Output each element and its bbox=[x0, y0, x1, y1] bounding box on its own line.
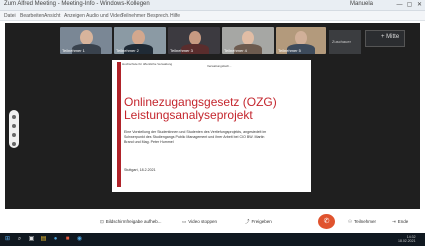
search-icon[interactable]: ⌕ bbox=[16, 236, 23, 243]
stop-video-button[interactable]: ▭ Video stoppen bbox=[182, 216, 217, 228]
participant-face bbox=[189, 31, 201, 45]
menu-item-anzeigen[interactable]: Anzeigen bbox=[64, 13, 85, 19]
menu-item-audio-video[interactable]: Audio und Video bbox=[86, 13, 123, 19]
user-link[interactable]: Manuela bbox=[350, 1, 373, 7]
menu-bar: Datei Bearbeiten Ansicht Anzeigen Audio … bbox=[0, 11, 425, 21]
browser-icon[interactable]: ● bbox=[52, 236, 59, 243]
menu-item-besprechung[interactable]: Besprech. bbox=[147, 13, 170, 19]
participant-name: Teilnehmer 5 bbox=[278, 48, 301, 53]
app-window: Zum Alfred Meeting - Meeting-Info - Wind… bbox=[0, 0, 425, 246]
task-view-icon[interactable]: ▣ bbox=[28, 236, 35, 243]
camera-icon: ▭ bbox=[182, 219, 187, 224]
participant-tile[interactable]: Teilnehmer 1 bbox=[60, 27, 112, 54]
share-icon: ⤴ bbox=[245, 219, 250, 224]
stop-video-label: Video stoppen bbox=[188, 219, 217, 224]
menu-item-teilnehmer[interactable]: Teilnehmer bbox=[121, 13, 145, 19]
viewer-tile-label: Zuschauer bbox=[332, 39, 351, 44]
viewer-tile[interactable]: Zuschauer bbox=[329, 30, 361, 54]
menu-item-hilfe[interactable]: Hilfe bbox=[170, 13, 180, 19]
participant-tile[interactable]: Teilnehmer 3 bbox=[168, 27, 220, 54]
shared-slide: Hochschule für öffentliche Verwaltung Ve… bbox=[112, 60, 311, 192]
participant-name: Teilnehmer 3 bbox=[170, 48, 193, 53]
participant-name: Teilnehmer 4 bbox=[224, 48, 247, 53]
participant-tile[interactable]: Teilnehmer 4 bbox=[222, 27, 274, 54]
menu-item-bearbeiten[interactable]: Bearbeiten bbox=[20, 13, 44, 19]
participant-face bbox=[132, 30, 145, 45]
view-toggle-label: + Mitte bbox=[381, 34, 400, 40]
slide-date: Stuttgart, 18.2.2021 bbox=[124, 168, 156, 172]
start-icon[interactable]: ⊞ bbox=[4, 236, 11, 243]
share-stop-icon: ⊡ bbox=[100, 219, 104, 224]
pen-icon[interactable] bbox=[12, 124, 16, 128]
share-button[interactable]: ⤴ Freigeben bbox=[245, 216, 272, 228]
menu-item-ansicht[interactable]: Ansicht bbox=[44, 13, 60, 19]
end-label: Ende bbox=[397, 219, 409, 224]
participant-strip: Teilnehmer 1 Teilnehmer 2 Teilnehmer 3 T… bbox=[60, 27, 356, 54]
people-icon: ⚇ bbox=[348, 219, 353, 224]
participant-name: Teilnehmer 2 bbox=[116, 48, 139, 53]
file-explorer-icon[interactable]: ▤ bbox=[40, 236, 47, 243]
exit-icon: ⇥ bbox=[392, 219, 396, 224]
participant-name: Teilnehmer 1 bbox=[62, 48, 85, 53]
window-title: Zum Alfred Meeting - Meeting-Info - Wind… bbox=[4, 1, 150, 7]
more-icon[interactable] bbox=[12, 142, 16, 146]
participants-button[interactable]: ⚇ Teilnehmer bbox=[348, 216, 376, 228]
clock-date: 18.02.2021 bbox=[398, 239, 416, 243]
slide-accent-bar bbox=[117, 62, 121, 187]
meeting-app-icon[interactable]: ◉ bbox=[76, 236, 83, 243]
pointer-icon[interactable] bbox=[12, 115, 16, 119]
minimize-icon[interactable]: — bbox=[395, 1, 404, 9]
participant-face bbox=[80, 30, 93, 45]
eraser-icon[interactable] bbox=[12, 133, 16, 137]
participant-tile[interactable]: Teilnehmer 2 bbox=[114, 27, 166, 54]
end-button[interactable]: ⇥ Ende bbox=[392, 216, 408, 228]
participants-label: Teilnehmer bbox=[354, 219, 377, 224]
participant-face bbox=[242, 31, 254, 45]
annotation-toolbar[interactable] bbox=[9, 110, 19, 148]
slide-description: Eine Vorstellung der Studentinnen und St… bbox=[124, 130, 267, 144]
view-toggle-button[interactable]: + Mitte bbox=[365, 30, 405, 47]
institution-logo-text: Hochschule für öffentliche Verwaltung bbox=[122, 62, 173, 66]
slide-title-line2: Leistungsanalyseprojekt bbox=[124, 108, 253, 122]
participant-tile[interactable]: Teilnehmer 5 bbox=[276, 27, 326, 54]
menu-item-datei[interactable]: Datei bbox=[4, 13, 16, 19]
taskbar: ⊞ ⌕ ▣ ▤ ● ■ ◉ 14:32 18.02.2021 bbox=[0, 233, 425, 246]
stop-share-button[interactable]: ⊡ Bildschirmfreigabe aufheb... bbox=[100, 216, 162, 228]
partner-logo-text: Verwaltungsfach... bbox=[207, 64, 232, 68]
hangup-button[interactable]: ✆ bbox=[318, 214, 335, 229]
close-icon[interactable]: ✕ bbox=[415, 1, 424, 9]
call-controls: ⊡ Bildschirmfreigabe aufheb... ▭ Video sto… bbox=[0, 213, 425, 231]
taskbar-clock[interactable]: 14:32 18.02.2021 bbox=[398, 235, 416, 243]
title-bar: Zum Alfred Meeting - Meeting-Info - Wind… bbox=[0, 0, 425, 11]
office-icon[interactable]: ■ bbox=[64, 236, 71, 243]
maximize-icon[interactable]: ▢ bbox=[405, 1, 414, 9]
stop-share-label: Bildschirmfreigabe aufheb... bbox=[105, 219, 162, 224]
participant-face bbox=[295, 31, 307, 45]
share-label: Freigeben bbox=[251, 219, 272, 224]
